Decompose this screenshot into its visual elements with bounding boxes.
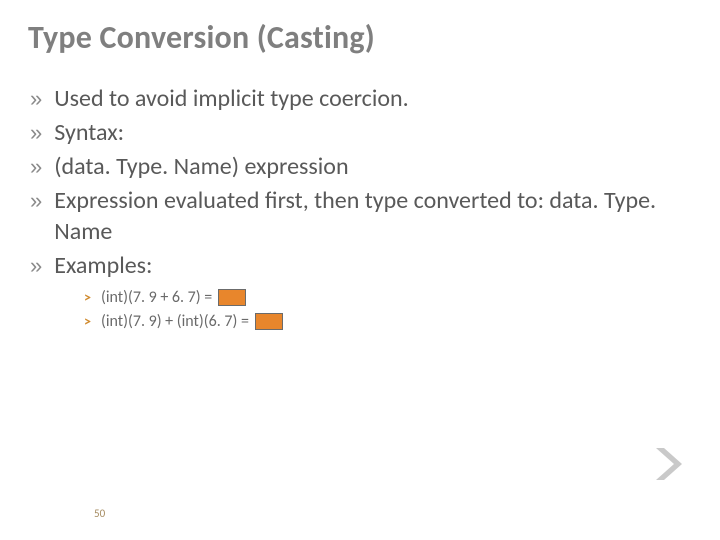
slide-title: Type Conversion (Casting) (28, 18, 692, 57)
bullet-marker: » (30, 117, 42, 149)
sub-marker: ˃ (84, 287, 91, 308)
sub-marker: ˃ (84, 311, 91, 332)
answer-box (218, 289, 246, 306)
bullet-text: Examples: (54, 250, 692, 282)
bullet-text: Used to avoid implicit type coercion. (54, 83, 692, 115)
bullet-list: » Used to avoid implicit type coercion. … (30, 83, 692, 282)
bullet-marker: » (30, 83, 42, 115)
example-item: ˃ (int)(7. 9 + 6. 7) = (84, 286, 692, 310)
bullet-item: » Syntax: (30, 117, 692, 149)
example-text: (int)(7. 9) + (int)(6. 7) = (101, 310, 253, 334)
bullet-item: » (data. Type. Name) expression (30, 151, 692, 183)
bullet-marker: » (30, 250, 42, 282)
example-item: ˃ (int)(7. 9) + (int)(6. 7) = (84, 310, 692, 334)
bullet-text: Expression evaluated first, then type co… (54, 185, 692, 248)
example-list: ˃ (int)(7. 9 + 6. 7) = ˃ (int)(7. 9) + (… (84, 286, 692, 334)
bullet-item: » Used to avoid implicit type coercion. (30, 83, 692, 115)
page-number: 50 (94, 507, 105, 520)
bullet-item: » Examples: (30, 250, 692, 282)
example-text: (int)(7. 9 + 6. 7) = (101, 286, 216, 310)
answer-box (255, 313, 283, 330)
bullet-marker: » (30, 185, 42, 217)
bullet-item: » Expression evaluated first, then type … (30, 185, 692, 248)
bullet-text: Syntax: (54, 117, 692, 149)
slide: Type Conversion (Casting) » Used to avoi… (0, 0, 720, 540)
bullet-text: (data. Type. Name) expression (54, 151, 692, 183)
chevron-right-icon (652, 446, 686, 482)
bullet-marker: » (30, 151, 42, 183)
